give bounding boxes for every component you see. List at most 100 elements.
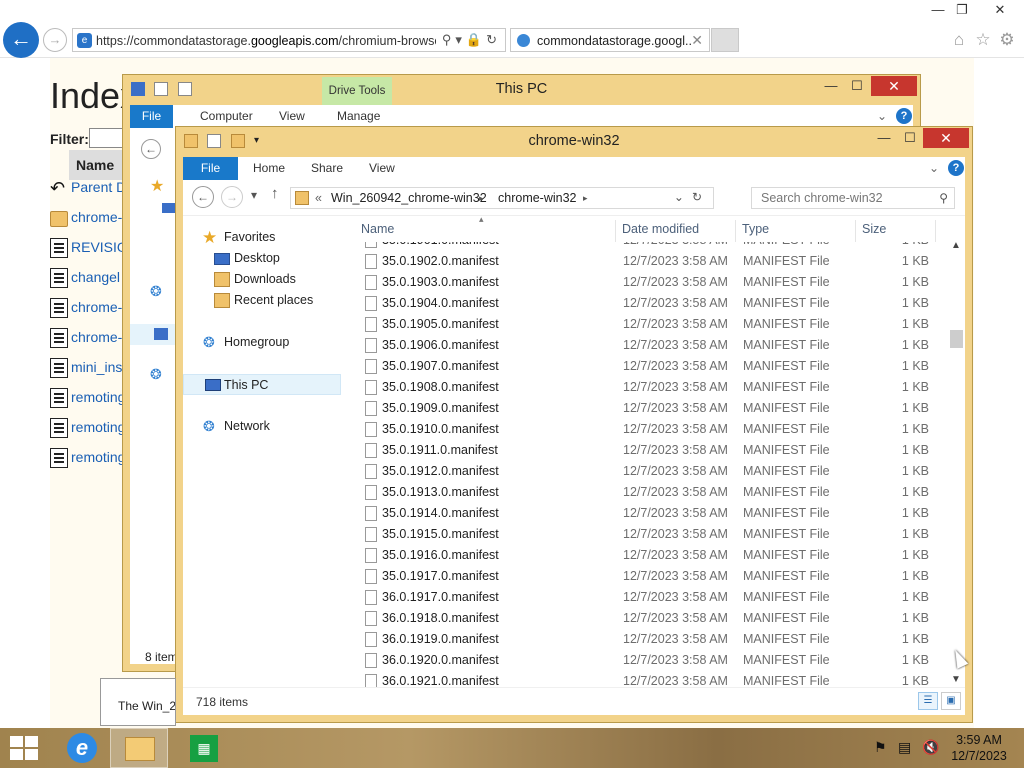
tab-share[interactable]: Share bbox=[311, 157, 343, 180]
table-row[interactable]: 35.0.1905.0.manifest 12/7/2023 3:58 AM MAN… bbox=[361, 314, 941, 335]
list-item[interactable]: ↶ Parent D bbox=[50, 176, 130, 200]
windows-start-icon[interactable] bbox=[10, 736, 40, 762]
close-button[interactable]: ✕ bbox=[923, 128, 969, 148]
table-row[interactable]: 35.0.1913.0.manifest 12/7/2023 3:58 AM MAN… bbox=[361, 482, 941, 503]
details-view-icon[interactable]: ☰ bbox=[918, 692, 938, 710]
address-bar[interactable]: e https://commondatastorage.googleapis.c… bbox=[72, 28, 506, 52]
table-row[interactable]: 35.0.1915.0.manifest 12/7/2023 3:58 AM MAN… bbox=[361, 524, 941, 545]
column-divider[interactable] bbox=[935, 220, 936, 242]
table-row[interactable]: 35.0.1916.0.manifest 12/7/2023 3:58 AM MAN… bbox=[361, 545, 941, 566]
scroll-up-icon[interactable]: ▲ bbox=[951, 240, 961, 251]
column-divider[interactable] bbox=[735, 220, 736, 242]
table-row[interactable]: 35.0.1901.0.manifest 12/7/2023 3:58 AM M… bbox=[361, 242, 941, 251]
table-row[interactable]: 35.0.1903.0.manifest 12/7/2023 3:58 AM MAN… bbox=[361, 272, 941, 293]
breadcrumb-overflow[interactable]: « bbox=[315, 191, 322, 205]
list-item-link[interactable]: Parent D bbox=[71, 179, 126, 195]
forward-arrow-icon[interactable]: → bbox=[43, 28, 67, 52]
list-item[interactable]: changel bbox=[50, 266, 130, 290]
table-row[interactable]: 36.0.1917.0.manifest 12/7/2023 3:58 AM MAN… bbox=[361, 587, 941, 608]
list-item-link[interactable]: remoting bbox=[71, 449, 125, 465]
nav-item-downloads[interactable]: Downloads bbox=[183, 269, 341, 290]
list-item-link[interactable]: chrome- bbox=[71, 299, 122, 315]
table-row[interactable]: 35.0.1902.0.manifest 12/7/2023 3:58 AM MAN… bbox=[361, 251, 941, 272]
column-header-name[interactable]: Name bbox=[361, 222, 394, 242]
vertical-scrollbar[interactable]: ▲ ▼ bbox=[948, 238, 965, 687]
taskbar-file-explorer[interactable] bbox=[110, 728, 168, 768]
table-row[interactable]: 36.0.1919.0.manifest 12/7/2023 3:58 AM MAN… bbox=[361, 629, 941, 650]
address-controls[interactable]: ⌄↻ bbox=[674, 190, 710, 204]
list-item[interactable]: remoting bbox=[50, 416, 130, 440]
list-item-link[interactable]: chrome- bbox=[71, 209, 122, 225]
taskbar-internet-explorer[interactable]: e bbox=[52, 728, 110, 768]
minimize-icon[interactable]: — bbox=[925, 2, 951, 17]
nav-item-this-pc[interactable]: This PC bbox=[183, 374, 341, 395]
table-row[interactable]: 36.0.1918.0.manifest 12/7/2023 3:58 AM MAN… bbox=[361, 608, 941, 629]
breadcrumb-separator-icon[interactable]: ▸ bbox=[479, 193, 484, 204]
table-row[interactable]: 35.0.1912.0.manifest 12/7/2023 3:58 AM MAN… bbox=[361, 461, 941, 482]
search-input[interactable]: Search chrome-win32 bbox=[761, 191, 883, 205]
close-icon[interactable]: ✕ bbox=[691, 32, 703, 49]
tab-computer[interactable]: Computer bbox=[200, 105, 253, 128]
list-item-link[interactable]: REVISIO bbox=[71, 239, 128, 255]
breadcrumb-separator-icon[interactable]: ▸ bbox=[583, 193, 588, 204]
gear-icon[interactable]: ⚙ bbox=[995, 30, 1019, 50]
system-clock[interactable]: 3:59 AM 12/7/2023 bbox=[944, 732, 1014, 764]
chevron-down-icon[interactable]: ⌄ bbox=[929, 157, 939, 180]
tab-home[interactable]: Home bbox=[253, 157, 285, 180]
browser-tab[interactable]: commondatastorage.googl... ✕ bbox=[510, 28, 710, 52]
large-icons-view-icon[interactable]: ▣ bbox=[941, 692, 961, 710]
tab-file[interactable]: File bbox=[183, 157, 238, 180]
nav-item-favorites[interactable]: ★ Favorites bbox=[183, 227, 341, 248]
list-item[interactable]: chrome- bbox=[50, 206, 130, 230]
up-arrow-icon[interactable]: ↑ bbox=[271, 185, 279, 202]
network-tray-icon[interactable]: ▤ bbox=[898, 739, 911, 756]
breadcrumb-part-current[interactable]: chrome-win32 bbox=[498, 191, 577, 205]
back-arrow-icon[interactable]: ← bbox=[192, 186, 214, 208]
column-header-date[interactable]: Date modified bbox=[622, 222, 699, 242]
address-bar-icons[interactable]: ⚲▾🔒↻ bbox=[442, 32, 501, 48]
list-item-link[interactable]: remoting bbox=[71, 419, 125, 435]
recent-locations-chevron-icon[interactable]: ▾ bbox=[251, 188, 257, 202]
table-row[interactable]: 35.0.1906.0.manifest 12/7/2023 3:58 AM MAN… bbox=[361, 335, 941, 356]
close-button[interactable]: ✕ bbox=[871, 76, 917, 96]
breadcrumb-part-parent[interactable]: Win_260942_chrome-win32 bbox=[331, 191, 487, 205]
list-item[interactable]: REVISIO bbox=[50, 236, 130, 260]
help-icon[interactable]: ? bbox=[948, 160, 964, 176]
list-item-link[interactable]: mini_ins bbox=[71, 359, 122, 375]
address-url[interactable]: https://commondatastorage.googleapis.com… bbox=[96, 34, 436, 48]
scroll-down-icon[interactable]: ▼ bbox=[951, 674, 961, 685]
action-center-flag-icon[interactable]: ⚑ bbox=[874, 739, 887, 756]
column-divider[interactable] bbox=[615, 220, 616, 242]
restore-icon[interactable]: ❐ bbox=[949, 2, 975, 18]
list-item[interactable]: remoting bbox=[50, 446, 130, 470]
new-tab-button[interactable] bbox=[711, 28, 739, 52]
search-icon[interactable]: ⚲ bbox=[939, 191, 948, 205]
search-icon[interactable]: ⚲ bbox=[442, 32, 456, 47]
list-item-link[interactable]: chrome- bbox=[71, 329, 122, 345]
table-row[interactable]: 35.0.1909.0.manifest 12/7/2023 3:58 AM MAN… bbox=[361, 398, 941, 419]
table-row[interactable]: 35.0.1917.0.manifest 12/7/2023 3:58 AM MAN… bbox=[361, 566, 941, 587]
list-item-link[interactable]: changel bbox=[71, 269, 120, 285]
taskbar-store[interactable]: ▦ bbox=[175, 728, 233, 768]
forward-arrow-icon[interactable]: → bbox=[221, 186, 243, 208]
table-row[interactable]: 35.0.1914.0.manifest 12/7/2023 3:58 AM MAN… bbox=[361, 503, 941, 524]
table-row[interactable]: 35.0.1904.0.manifest 12/7/2023 3:58 AM MAN… bbox=[361, 293, 941, 314]
nav-item-homegroup[interactable]: ❂ Homegroup bbox=[183, 332, 341, 353]
favorites-star-icon[interactable]: ☆ bbox=[971, 30, 995, 50]
back-arrow-icon[interactable]: ← bbox=[3, 22, 39, 58]
column-header-size[interactable]: Size bbox=[862, 222, 886, 242]
list-item-link[interactable]: remoting bbox=[71, 389, 125, 405]
list-item[interactable]: chrome- bbox=[50, 326, 130, 350]
nav-item-desktop[interactable]: Desktop bbox=[183, 248, 341, 269]
tab-file[interactable]: File bbox=[130, 105, 173, 128]
chevron-down-icon[interactable]: ⌄ bbox=[877, 105, 887, 128]
refresh-icon[interactable]: ↻ bbox=[486, 32, 501, 47]
maximize-icon[interactable]: ☐ bbox=[900, 128, 920, 148]
back-arrow-icon[interactable]: ← bbox=[141, 139, 161, 159]
address-breadcrumb[interactable]: « Win_260942_chrome-win32 ▸ chrome-win32… bbox=[290, 187, 714, 209]
table-row[interactable]: 36.0.1921.0.manifest 12/7/2023 3:58 AM MAN… bbox=[361, 671, 941, 687]
column-divider[interactable] bbox=[855, 220, 856, 242]
list-item[interactable]: mini_ins bbox=[50, 356, 130, 380]
list-item[interactable]: chrome- bbox=[50, 296, 130, 320]
table-row[interactable]: 36.0.1920.0.manifest 12/7/2023 3:58 AM MAN… bbox=[361, 650, 941, 671]
